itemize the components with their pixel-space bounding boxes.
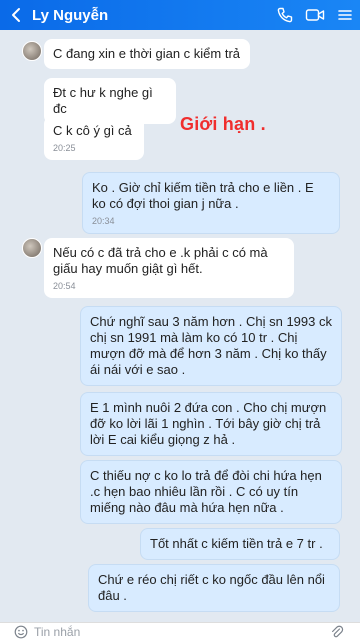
message-outgoing[interactable]: Chứ nghĩ sau 3 năm hơn . Chị sn 1993 ck … bbox=[80, 306, 342, 386]
message-input[interactable]: Tin nhắn bbox=[34, 625, 330, 639]
message-outgoing[interactable]: C thiếu nợ c ko lo trả để đòi chi hứa hẹ… bbox=[80, 460, 342, 524]
annotation-text: Giới hạn . bbox=[180, 114, 266, 134]
message-outgoing[interactable]: E 1 mình nuôi 2 đứa con . Cho chị mượn đ… bbox=[80, 392, 342, 456]
message-time: 20:54 bbox=[53, 281, 76, 291]
message-text: Nếu có c đã trả cho e .k phải c có mà gi… bbox=[53, 245, 268, 276]
message-outgoing[interactable]: Tốt nhất c kiếm tiền trả e 7 tr . bbox=[140, 528, 340, 560]
video-icon bbox=[305, 9, 325, 21]
message-outgoing[interactable]: Chứ e réo chị riết c ko ngốc đầu lên nổi… bbox=[88, 564, 340, 612]
avatar[interactable] bbox=[22, 41, 42, 61]
chat-header: Ly Nguyễn bbox=[0, 0, 360, 30]
message-text: Đt c hư k nghe gì đc bbox=[53, 85, 153, 116]
chevron-left-icon bbox=[12, 8, 20, 22]
message-time: 20:34 bbox=[92, 216, 115, 226]
avatar[interactable] bbox=[22, 238, 42, 258]
attachment-icon[interactable] bbox=[330, 625, 344, 639]
menu-icon bbox=[338, 10, 352, 20]
contact-name[interactable]: Ly Nguyễn bbox=[32, 7, 270, 24]
message-list[interactable]: C đang xin e thời gian c kiểm trả Đt c h… bbox=[0, 30, 360, 622]
message-text: C k cô ý gì cả bbox=[53, 123, 132, 138]
message-text: E 1 mình nuôi 2 đứa con . Cho chị mượn đ… bbox=[90, 400, 327, 447]
message-text: C thiếu nợ c ko lo trả để đòi chi hứa hẹ… bbox=[90, 468, 322, 515]
message-text: Ko . Giờ chỉ kiếm tiền trả cho e liền . … bbox=[92, 180, 314, 211]
message-text: Chứ nghĩ sau 3 năm hơn . Chị sn 1993 ck … bbox=[90, 314, 332, 377]
emoji-icon[interactable] bbox=[14, 625, 28, 639]
message-text: Chứ e réo chị riết c ko ngốc đầu lên nổi… bbox=[98, 572, 325, 603]
composer: Tin nhắn bbox=[0, 622, 360, 640]
message-text: C đang xin e thời gian c kiểm trả bbox=[53, 46, 241, 61]
message-outgoing[interactable]: Ko . Giờ chỉ kiếm tiền trả cho e liền . … bbox=[82, 172, 340, 234]
message-incoming[interactable]: Nếu có c đã trả cho e .k phải c có mà gi… bbox=[44, 238, 294, 298]
message-incoming[interactable]: C đang xin e thời gian c kiểm trả bbox=[44, 39, 250, 69]
message-time: 20:25 bbox=[53, 143, 76, 153]
menu-button[interactable] bbox=[330, 0, 360, 30]
phone-icon bbox=[277, 7, 293, 23]
message-incoming[interactable]: C k cô ý gì cả 20:25 bbox=[44, 116, 144, 160]
message-text: Tốt nhất c kiếm tiền trả e 7 tr . bbox=[150, 536, 323, 551]
call-button[interactable] bbox=[270, 0, 300, 30]
video-call-button[interactable] bbox=[300, 0, 330, 30]
back-button[interactable] bbox=[0, 0, 32, 30]
